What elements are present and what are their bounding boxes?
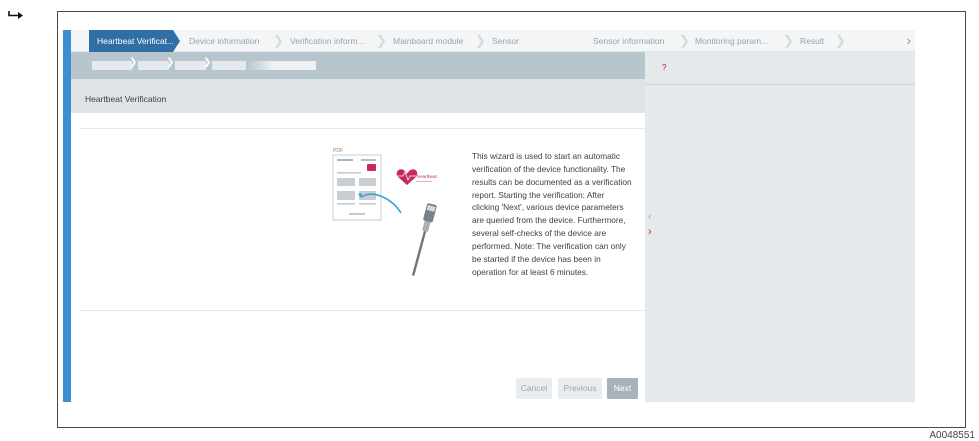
help-icon[interactable]: ? [662, 63, 666, 72]
page-title: Heartbeat Verification [85, 94, 167, 104]
progress-segment [175, 61, 206, 70]
progress-segment [138, 61, 169, 70]
step-result[interactable]: Result [800, 30, 824, 52]
progress-remaining [246, 61, 316, 70]
step-heartbeat-verification[interactable]: Heartbeat Verificat... [89, 30, 180, 52]
cancel-button[interactable]: Cancel [516, 378, 552, 399]
step-separator-icon: ❯ [475, 33, 486, 48]
svg-text:PDF: PDF [333, 148, 343, 154]
step-device-information[interactable]: Device information [189, 30, 259, 52]
steps-scroll-right-icon[interactable]: › [907, 30, 911, 52]
progress-strip: ❯ ❯ ❯ [71, 52, 658, 79]
progress-chevron-icon: ❯ [129, 57, 138, 68]
next-button[interactable]: Next [607, 378, 638, 399]
step-monitoring-parameters[interactable]: Monitoring param... [695, 30, 768, 52]
step-separator-icon: ❯ [273, 33, 284, 48]
previous-button[interactable]: Previous [558, 378, 602, 399]
help-pane-header: ? [645, 52, 915, 85]
step-sensor[interactable]: Sensor [492, 30, 519, 52]
progress-segment [212, 61, 249, 70]
heartbeat-report-illustration: PDF Heartbeat [332, 148, 438, 276]
wizard-steps-breadcrumb: Heartbeat Verificat... Device informatio… [71, 30, 915, 52]
collapse-left-icon[interactable]: ‹ [648, 210, 658, 225]
step-mainboard-module[interactable]: Mainboard module [393, 30, 463, 52]
expand-right-icon[interactable]: › [648, 225, 658, 240]
pane-toggle: ‹ › [648, 210, 658, 240]
result-arrow-icon [8, 11, 23, 19]
step-separator-icon: ❯ [783, 33, 794, 48]
svg-text:Heartbeat: Heartbeat [417, 174, 438, 179]
wizard-window: Heartbeat Verificat... Device informatio… [63, 17, 915, 402]
help-pane: ? [645, 52, 915, 402]
progress-chevron-icon: ❯ [166, 57, 175, 68]
divider [81, 310, 646, 311]
accent-bar [63, 30, 71, 402]
step-separator-icon: ❯ [679, 33, 690, 48]
progress-segment [92, 61, 132, 70]
step-separator-icon: ❯ [835, 33, 846, 48]
step-sensor-information[interactable]: Sensor information [593, 30, 664, 52]
progress-chevron-icon: ❯ [203, 57, 212, 68]
figure-id: A0048551 [929, 430, 975, 441]
divider [81, 128, 646, 129]
page-title-bar: Heartbeat Verification [71, 79, 658, 113]
step-separator-icon: ❯ [376, 33, 387, 48]
wizard-description: This wizard is used to start an automati… [472, 151, 632, 277]
step-verification-information[interactable]: Verification inform... [290, 30, 365, 52]
